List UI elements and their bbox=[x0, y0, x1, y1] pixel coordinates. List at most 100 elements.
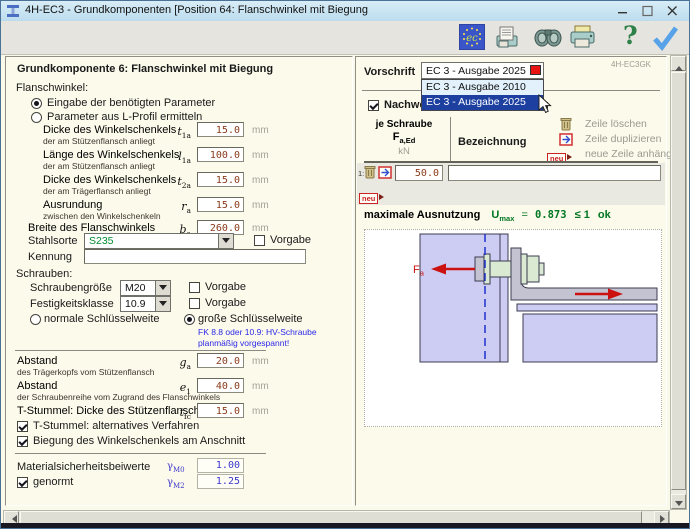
vorschrift-label: Vorschrift bbox=[364, 66, 415, 78]
param-sublabel: zwischen den Winkelschenkeln bbox=[43, 211, 161, 221]
kennung-input[interactable] bbox=[84, 249, 306, 264]
param-row-e1: Abstand der Schraubenreihe vom Zugrand d… bbox=[6, 380, 346, 406]
biegung-checkbox[interactable] bbox=[17, 436, 28, 447]
param-sublabel: der am Stützenflansch anliegt bbox=[43, 136, 155, 146]
vertical-scroll-thumb[interactable] bbox=[671, 72, 686, 490]
radio-grosse-label: große Schlüsselweite bbox=[198, 313, 303, 325]
confirm-button[interactable] bbox=[649, 24, 681, 57]
append-row-label: neue Zeile anhängen bbox=[585, 148, 684, 160]
dropdown-arrow-icon[interactable] bbox=[155, 281, 170, 295]
param-input-e1[interactable] bbox=[197, 378, 244, 393]
param-input-ga[interactable] bbox=[197, 353, 244, 368]
print-button[interactable] bbox=[569, 24, 597, 55]
column-separator bbox=[450, 117, 451, 163]
radio-eingabe-label: Eingabe der benötigten Parameter bbox=[47, 97, 215, 109]
param-label: Dicke des Winkelschenkels bbox=[43, 124, 176, 136]
radio-l-profil-label: Parameter aus L-Profil ermitteln bbox=[47, 111, 202, 123]
vorgabe-label: Vorgabe bbox=[270, 234, 311, 246]
nachweis-checkbox[interactable] bbox=[368, 100, 379, 111]
param-input-l1a[interactable] bbox=[197, 147, 244, 162]
param-input-t2a[interactable] bbox=[197, 172, 244, 187]
radio-grosse-schluesselweite[interactable] bbox=[184, 314, 195, 325]
divider bbox=[15, 350, 266, 351]
param-symbol: t2a bbox=[158, 175, 191, 190]
row-duplicate-icon[interactable] bbox=[378, 166, 392, 184]
col-header-symbol: Fa,Ed bbox=[362, 131, 446, 145]
radio-eingabe-parameter[interactable] bbox=[31, 98, 42, 109]
result-condition: ≤ 1 bbox=[575, 209, 590, 221]
festigkeitsklasse-value: 10.9 bbox=[125, 298, 145, 310]
scroll-up-button[interactable] bbox=[671, 56, 686, 71]
festigkeitsklasse-vorgabe-checkbox[interactable] bbox=[189, 298, 200, 309]
scroll-down-button[interactable] bbox=[671, 494, 686, 509]
bezeichnung-input[interactable] bbox=[448, 165, 661, 181]
col-header-unit: kN bbox=[362, 146, 446, 157]
title-bar: 4H-EC3 - Grundkomponenten [Position 64: … bbox=[1, 1, 689, 22]
neu-arrow-icon bbox=[567, 154, 575, 160]
genormt-checkbox[interactable] bbox=[17, 477, 28, 488]
param-sublabel: der am Stützenflansch anliegt bbox=[43, 161, 155, 171]
eurocode-button[interactable]: ec bbox=[459, 24, 485, 55]
radio-normale-schluesselweite[interactable] bbox=[30, 314, 41, 325]
radio-normale-label: normale Schlüsselweite bbox=[44, 313, 160, 325]
help-button[interactable]: ? bbox=[623, 21, 638, 50]
search-button[interactable] bbox=[533, 24, 563, 55]
t-stummel-checkbox[interactable] bbox=[17, 421, 28, 432]
window-bottom-border bbox=[1, 523, 689, 528]
vertical-scrollbar[interactable] bbox=[670, 55, 687, 510]
force-value-input[interactable] bbox=[395, 165, 443, 181]
stahlsorte-vorgabe-checkbox[interactable] bbox=[254, 235, 265, 246]
dropdown-arrow-icon[interactable] bbox=[218, 234, 233, 248]
stahlsorte-select[interactable]: S235 bbox=[84, 233, 234, 249]
schraubengroesse-label: Schraubengröße bbox=[30, 282, 112, 294]
param-unit: mm bbox=[252, 200, 269, 211]
minimize-button[interactable] bbox=[611, 3, 633, 19]
nachweis-panel: 4H-EC3GK Vorschrift EC 3 - Ausgabe 2025 … bbox=[355, 56, 667, 506]
vorgabe-label: Vorgabe bbox=[205, 297, 246, 309]
module-code-label: 4H-EC3GK bbox=[611, 60, 651, 69]
param-symbol: ga bbox=[158, 356, 191, 371]
result-label: maximale Ausnutzung bbox=[364, 209, 480, 221]
param-sublabel: der am Trägerflansch anliegt bbox=[43, 186, 151, 196]
param-symbol: t1a bbox=[158, 125, 191, 140]
app-window: 4H-EC3 - Grundkomponenten [Position 64: … bbox=[0, 0, 690, 529]
vorschrift-option-2010[interactable]: EC 3 - Ausgabe 2010 bbox=[422, 80, 543, 95]
row-delete-icon[interactable] bbox=[364, 165, 376, 184]
material-label: Materialsicherheitsbeiwerte bbox=[17, 461, 150, 473]
param-input-tfc[interactable] bbox=[197, 403, 244, 418]
param-symbol: e1 bbox=[158, 381, 191, 396]
diagram-svg: Fa bbox=[365, 230, 659, 424]
gamma-m2-symbol: γM2 bbox=[167, 477, 185, 490]
param-label: Dicke des Winkelschenkels bbox=[43, 174, 176, 186]
param-symbol: ra bbox=[158, 200, 191, 215]
festigkeitsklasse-select[interactable]: 10.9 bbox=[120, 296, 171, 312]
maximize-button[interactable] bbox=[636, 3, 658, 19]
param-unit: mm bbox=[252, 356, 269, 367]
kennung-label: Kennung bbox=[28, 251, 72, 263]
schraubengroesse-vorgabe-checkbox[interactable] bbox=[189, 282, 200, 293]
gamma-m0-value: 1.00 bbox=[197, 458, 244, 473]
param-row-t2a: Dicke des Winkelschenkels der am Trägerf… bbox=[6, 174, 346, 200]
schraubengroesse-select[interactable]: M20 bbox=[120, 280, 171, 296]
parameters-panel: Grundkomponente 6: Flanschwinkel mit Bie… bbox=[5, 56, 353, 506]
param-row-l1a: Länge des Winkelschenkels der am Stützen… bbox=[6, 149, 346, 175]
genormt-label: genormt bbox=[33, 476, 73, 488]
result-line: maximale Ausnutzung Umax = 0.873 ≤ 1 ok bbox=[364, 209, 611, 223]
close-button[interactable] bbox=[661, 3, 683, 19]
dropdown-arrow-icon[interactable] bbox=[155, 297, 170, 311]
dropdown-indicator-icon[interactable] bbox=[530, 65, 541, 75]
param-label: Ausrundung bbox=[43, 199, 102, 211]
param-input-t1a[interactable] bbox=[197, 122, 244, 137]
print-preview-button[interactable] bbox=[495, 24, 522, 55]
vorschrift-select[interactable]: EC 3 - Ausgabe 2025 bbox=[421, 62, 544, 79]
t-stummel-label: T-Stummel: alternatives Verfahren bbox=[33, 420, 199, 432]
param-label: Abstand bbox=[17, 380, 57, 392]
table-row-strip: 1: neu bbox=[357, 163, 665, 205]
append-row-button[interactable]: neu bbox=[359, 188, 387, 206]
window-title: 4H-EC3 - Grundkomponenten [Position 64: … bbox=[25, 4, 368, 16]
param-unit: mm bbox=[252, 381, 269, 392]
radio-l-profil[interactable] bbox=[31, 112, 42, 123]
param-input-ra[interactable] bbox=[197, 197, 244, 212]
vorschrift-option-2025[interactable]: EC 3 - Ausgabe 2025 bbox=[422, 95, 543, 110]
col-header-line1: je Schraube bbox=[362, 119, 446, 130]
